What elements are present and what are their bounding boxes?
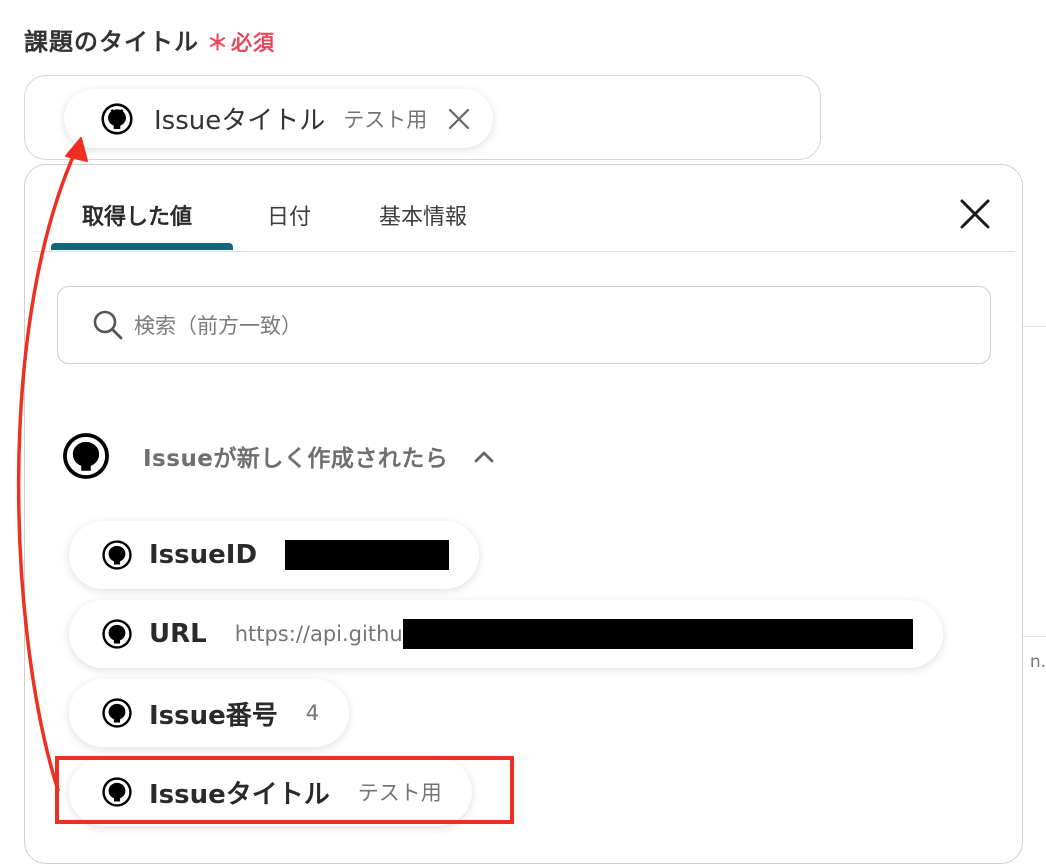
github-icon — [102, 540, 132, 570]
value-row-issue-number[interactable]: Issue番号 4 — [69, 679, 350, 747]
value-row-label: Issueタイトル — [149, 779, 330, 810]
background-partial-text: n. — [1029, 652, 1046, 672]
tab-basic-info[interactable]: 基本情報 — [379, 199, 467, 231]
value-row-value: 4 — [305, 701, 320, 725]
value-row-label: Issue番号 — [149, 700, 278, 731]
value-row-issue-id[interactable]: IssueID — [69, 521, 480, 589]
value-row-label: IssueID — [149, 540, 258, 570]
value-picker-panel: 取得した値 日付 基本情報 検索（前方一致） Issueが新しく作成されたら I… — [24, 164, 1023, 864]
redacted-value — [402, 619, 913, 649]
close-panel-button[interactable] — [958, 197, 992, 231]
github-icon — [102, 619, 132, 649]
search-input[interactable]: 検索（前方一致） — [57, 286, 991, 364]
field-label-text: 課題のタイトル — [24, 28, 199, 56]
selected-chip-label: Issueタイトル — [154, 106, 326, 136]
group-title: Issueが新しく作成されたら — [143, 446, 449, 472]
required-mark: ＊ — [207, 31, 229, 55]
field-label: 課題のタイトル ＊必須 — [24, 22, 275, 57]
remove-chip-button[interactable] — [445, 105, 473, 133]
search-placeholder: 検索（前方一致） — [134, 314, 302, 338]
close-icon — [449, 108, 470, 129]
github-icon — [101, 102, 133, 135]
value-row-url[interactable]: URL https://api.githu — [69, 600, 943, 668]
required-label: 必須 — [231, 31, 275, 55]
redacted-value — [285, 540, 450, 570]
tab-date[interactable]: 日付 — [267, 199, 311, 231]
github-icon — [102, 777, 132, 807]
active-tab-indicator — [51, 243, 233, 250]
value-row-value: テスト用 — [357, 781, 442, 805]
close-icon — [960, 199, 990, 229]
background-divider — [1023, 326, 1046, 327]
background-divider — [1023, 636, 1046, 637]
value-row-issue-title[interactable]: Issueタイトル テスト用 — [69, 758, 472, 826]
tab-retrieved-values[interactable]: 取得した値 — [82, 199, 192, 231]
github-icon — [102, 698, 132, 728]
trigger-group-header[interactable]: Issueが新しく作成されたら — [61, 431, 496, 481]
github-icon — [63, 433, 109, 479]
chevron-up-icon[interactable] — [472, 446, 496, 466]
selected-chip-value: テスト用 — [343, 107, 428, 132]
selected-value-chip[interactable]: Issueタイトル テスト用 — [64, 89, 494, 148]
tab-divider — [32, 251, 1015, 252]
search-icon — [93, 310, 123, 340]
value-row-value: https://api.githu — [234, 622, 403, 646]
value-row-label: URL — [149, 619, 207, 649]
